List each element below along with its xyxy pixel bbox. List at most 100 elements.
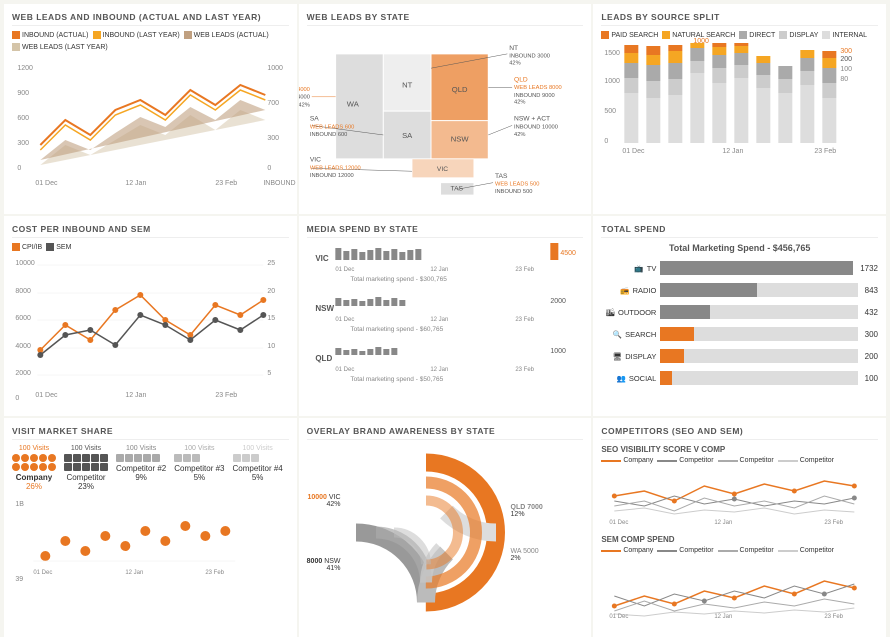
competitor2-block: 100 Visits Competitor #2 9% — [116, 445, 166, 482]
dot-direct — [739, 31, 747, 39]
legend-web-last: WEB LEADS (LAST YEAR) — [12, 43, 108, 51]
svg-text:900: 900 — [17, 90, 29, 97]
sem-legend-comp1: Competitor — [657, 547, 713, 554]
spend-fill-outdoor — [660, 305, 709, 319]
brand-awareness-container: 10000 VIC 42% 8000 NSW 41% — [307, 445, 584, 620]
leads-source-legend: PAID SEARCH NATURAL SEARCH DIRECT DISPLA… — [601, 31, 878, 39]
legend-label: INBOUND (LAST YEAR) — [103, 32, 180, 39]
legend-sem: SEM — [46, 243, 71, 251]
legend-internal: INTERNAL — [822, 31, 867, 39]
svg-text:WEB LEADS 500: WEB LEADS 500 — [495, 182, 540, 188]
svg-text:12 Jan: 12 Jan — [430, 267, 448, 273]
svg-text:VIC: VIC — [437, 166, 448, 173]
state-map-container: WA NT SA QLD NSW VIC TAS WEB LEADS 4000 … — [307, 31, 584, 199]
spend-fill-tv — [660, 261, 853, 275]
svg-text:100: 100 — [841, 66, 853, 73]
spend-label-tv: 📺 TV — [601, 264, 656, 273]
svg-text:4000: 4000 — [15, 343, 31, 350]
comp2-pct: 9% — [116, 473, 166, 482]
spend-bar-social — [660, 371, 857, 385]
dot-paid-search — [601, 31, 609, 39]
cost-inbound-chart: 10000 8000 6000 4000 2000 0 25 20 15 10 … — [12, 255, 289, 403]
web-leads-state-title: WEB LEADS BY STATE — [307, 12, 584, 26]
spend-value-outdoor: 432 — [865, 308, 878, 317]
svg-text:6000: 6000 — [15, 315, 31, 322]
legend-web-actual: WEB LEADS (ACTUAL) — [184, 31, 269, 39]
svg-text:NSW + ACT: NSW + ACT — [514, 116, 550, 123]
comp4-dots — [233, 454, 283, 462]
svg-text:INBOUND 9000: INBOUND 9000 — [514, 93, 555, 99]
svg-text:10: 10 — [267, 343, 275, 350]
wa-label: WA 5000 — [511, 548, 539, 555]
svg-text:0: 0 — [267, 165, 271, 172]
svg-text:NT: NT — [509, 45, 518, 52]
svg-text:23 Feb: 23 Feb — [215, 180, 237, 187]
svg-text:15: 15 — [267, 315, 275, 322]
svg-text:42%: 42% — [514, 99, 525, 105]
legend-cpib: CPI/IB — [12, 243, 42, 251]
svg-text:01 Dec: 01 Dec — [335, 267, 354, 273]
svg-text:WA: WA — [346, 99, 359, 108]
svg-text:QLD: QLD — [315, 354, 332, 363]
qld-label: QLD 7000 — [511, 504, 543, 511]
web-leads-title: WEB LEADS AND INBOUND (ACTUAL AND LAST Y… — [12, 12, 289, 26]
svg-text:TAS: TAS — [495, 173, 508, 180]
spend-row-search: 🔍 SEARCH 300 — [601, 327, 878, 341]
svg-text:8000: 8000 — [15, 288, 31, 295]
svg-text:1000: 1000 — [267, 65, 283, 72]
svg-text:42%: 42% — [509, 60, 520, 66]
svg-text:0: 0 — [605, 138, 609, 145]
brand-left-labels: 10000 VIC 42% 8000 NSW 41% — [307, 494, 341, 572]
legend-color-inbound-actual — [12, 31, 20, 39]
svg-text:23 Feb: 23 Feb — [205, 570, 224, 576]
legend-color-inbound-last — [93, 31, 101, 39]
svg-text:25: 25 — [267, 260, 275, 267]
svg-text:12 Jan: 12 Jan — [125, 392, 146, 399]
legend-label: INBOUND (ACTUAL) — [22, 32, 89, 39]
svg-text:INBOUND: INBOUND — [263, 180, 295, 187]
vic-value: 10000 — [307, 494, 326, 501]
dot-cpib — [12, 243, 20, 251]
svg-text:01 Dec: 01 Dec — [33, 570, 52, 576]
svg-text:INBOUND 500: INBOUND 500 — [495, 189, 533, 195]
leads-source-title: LEADS BY SOURCE SPLIT — [601, 12, 878, 26]
spend-value-search: 300 — [865, 330, 878, 339]
svg-text:12 Jan: 12 Jan — [430, 367, 448, 373]
seo-legend-comp2: Competitor — [718, 457, 774, 464]
media-spend-title: MEDIA SPEND BY STATE — [307, 224, 584, 238]
sem-chart: 01 Dec 12 Jan 23 Feb — [601, 556, 878, 621]
company-block: 100 Visits Company 26% — [12, 445, 56, 491]
svg-text:1200: 1200 — [17, 65, 33, 72]
svg-text:WEB LEADS 12000: WEB LEADS 12000 — [310, 165, 361, 171]
svg-text:SA: SA — [402, 131, 413, 140]
svg-text:INBOUND 4000: INBOUND 4000 — [299, 95, 310, 101]
spend-bar-tv — [660, 261, 853, 275]
overlay-brand-panel: OVERLAY BRAND AWARENESS BY STATE 10000 V… — [299, 418, 592, 637]
svg-text:INBOUND 600: INBOUND 600 — [310, 132, 348, 138]
svg-text:42%: 42% — [514, 132, 525, 138]
svg-text:WEB LEADS 4000: WEB LEADS 4000 — [299, 87, 310, 93]
svg-text:2000: 2000 — [550, 298, 566, 305]
svg-text:INBOUND 3000: INBOUND 3000 — [509, 54, 550, 60]
svg-text:Total marketing spend - $50,76: Total marketing spend - $50,765 — [350, 376, 443, 383]
seo-section: SEO VISIBILITY SCORE V COMP Company Comp… — [601, 445, 878, 529]
company-visits-label: 100 Visits — [12, 445, 56, 452]
spend-label-social: 👥 SOCIAL — [601, 374, 656, 383]
sem-legend-company: Company — [601, 547, 653, 554]
leads-source-panel: LEADS BY SOURCE SPLIT PAID SEARCH NATURA… — [593, 4, 886, 214]
cost-inbound-panel: COST PER INBOUND AND SEM CPI/IB SEM 1000… — [4, 216, 297, 416]
legend-color-web-actual — [184, 31, 192, 39]
svg-text:300: 300 — [17, 140, 29, 147]
comp4-name: Competitor #4 — [233, 464, 283, 473]
australia-map: WA NT SA QLD NSW VIC TAS WEB LEADS 4000 … — [307, 31, 584, 196]
spend-row-outdoor: 🏙 OUTDOOR 432 — [601, 305, 878, 319]
web-leads-legend: INBOUND (ACTUAL) INBOUND (LAST YEAR) WEB… — [12, 31, 289, 51]
svg-text:SA: SA — [310, 116, 319, 123]
svg-text:INBOUND 12000: INBOUND 12000 — [310, 173, 354, 179]
company-name: Company — [12, 473, 56, 482]
spend-fill-social — [660, 371, 672, 385]
svg-text:Total marketing spend - $60,76: Total marketing spend - $60,765 — [350, 326, 443, 333]
svg-text:23 Feb: 23 Feb — [515, 367, 534, 373]
total-spend-title: TOTAL SPEND — [601, 224, 878, 238]
comp4-visits: 100 Visits — [233, 445, 283, 452]
